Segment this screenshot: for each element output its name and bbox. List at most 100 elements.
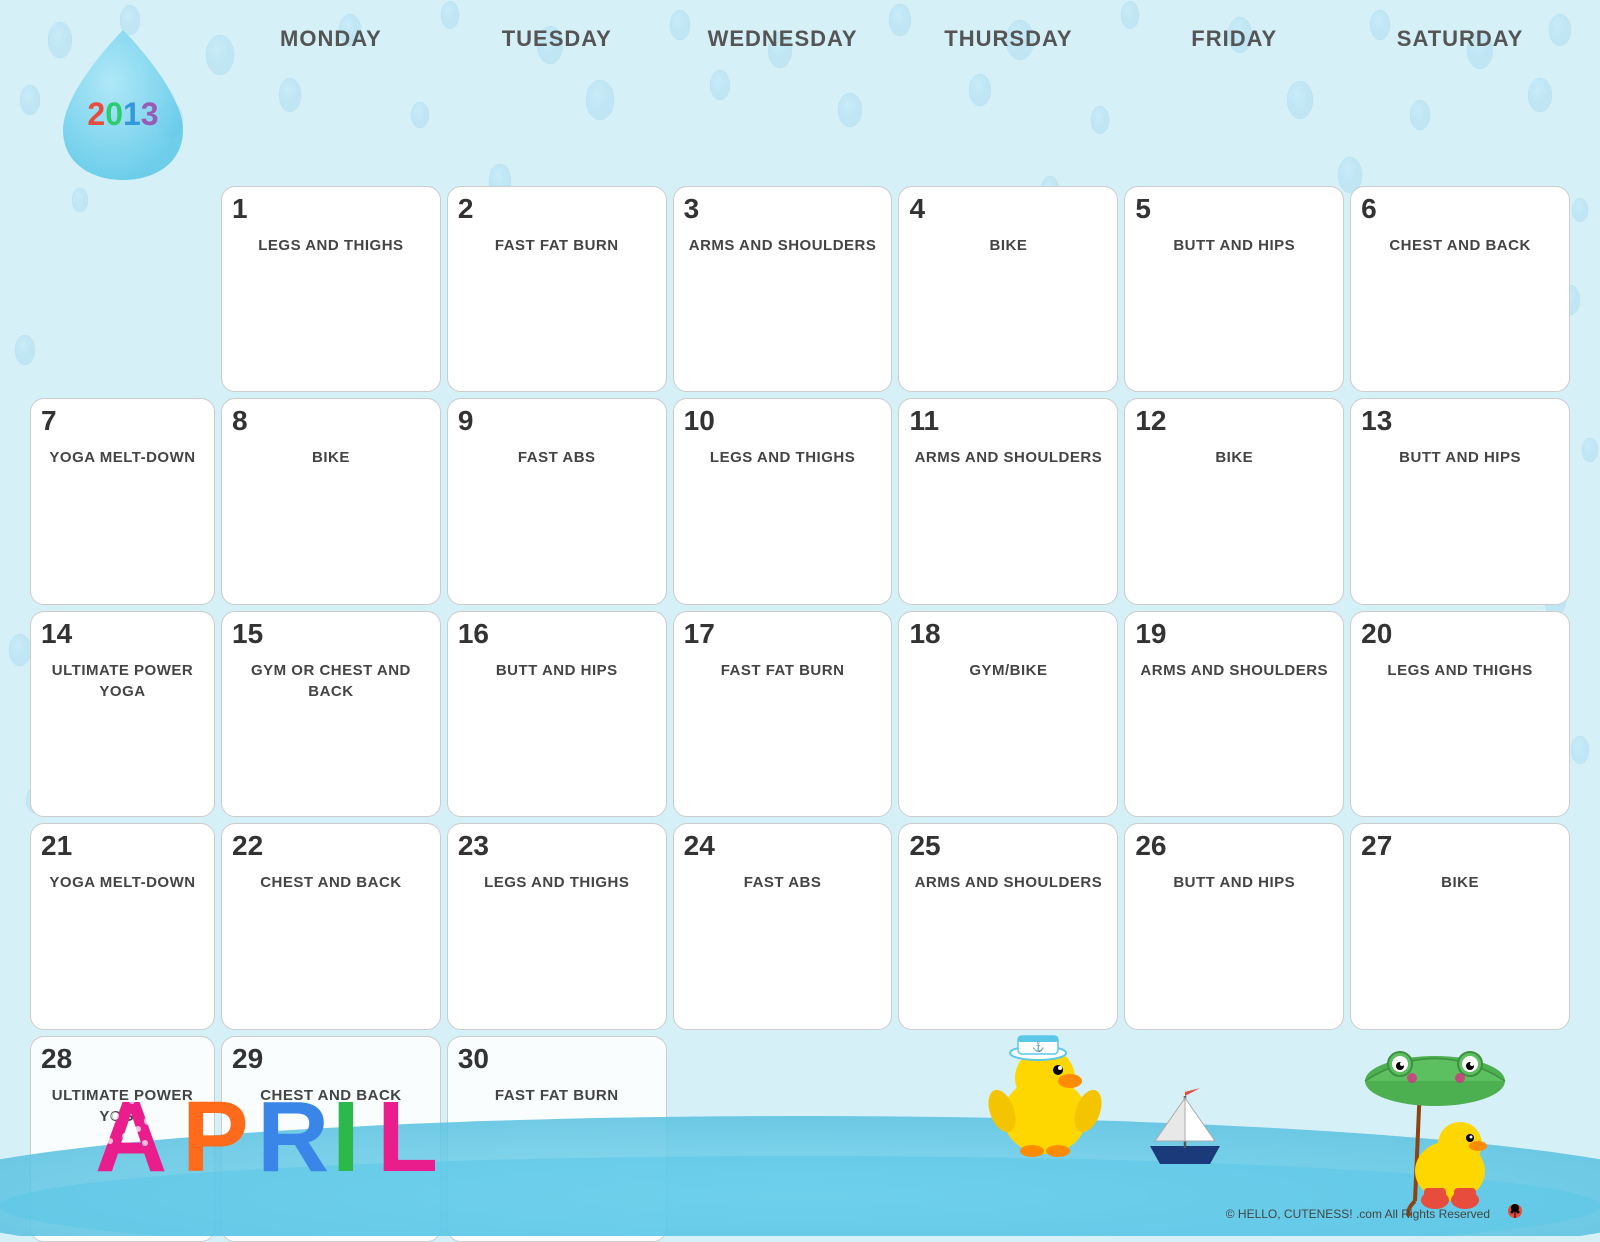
calendar-cell: 17 FAST FAT BURN [673,611,893,817]
thursday-header: THURSDAY [898,20,1118,180]
calendar-wrapper: 2013 MONDAY TUESDAY WEDNESDAY THURSDAY F… [0,0,1600,1236]
calendar-cell [673,1036,893,1242]
cell-activity: ARMS AND SHOULDERS [915,872,1103,893]
saturday-header: SATURDAY [1350,20,1570,180]
calendar-cell: 30FAST FAT BURN [447,1036,667,1242]
cell-activity: YOGA MELT-DOWN [49,872,195,893]
cell-activity: ARMS AND SHOULDERS [1140,660,1328,681]
calendar-cell: 6CHEST AND BACK [1350,186,1570,392]
cell-activity: CHEST AND BACK [260,872,401,893]
calendar-cell: 10 LEGS AND THIGHS [673,398,893,604]
cell-activity: FAST FAT BURN [495,235,619,256]
calendar-cell: 7 YOGA MELT-DOWN [30,398,215,604]
calendar-cell: 27 BIKE [1350,823,1570,1029]
calendar-cell: 1 LEGS AND THIGHS [221,186,441,392]
cell-activity: BUTT AND HIPS [496,660,618,681]
calendar-cell: 19 ARMS AND SHOULDERS [1124,611,1344,817]
cell-activity: ULTIMATE POWER YOGA [41,1085,204,1127]
cell-day-number: 13 [1361,407,1392,435]
cell-day-number: 28 [41,1045,72,1073]
cell-day-number: 1 [232,195,248,223]
calendar-cell: 26 BUTT AND HIPS [1124,823,1344,1029]
calendar-cell: 22 CHEST AND BACK [221,823,441,1029]
cell-activity: GYM OR CHEST AND BACK [232,660,430,702]
calendar-cell: 5 BUTT AND HIPS [1124,186,1344,392]
cell-day-number: 11 [909,407,939,435]
cell-activity: FAST ABS [518,447,596,468]
calendar-cell [1124,1036,1344,1242]
water-drop-icon: 2013 [43,20,203,180]
calendar-grid: 1 LEGS AND THIGHS 2 FAST FAT BURN 3ARMS AND … [30,186,1570,1242]
svg-text:2013: 2013 [87,96,158,132]
calendar-cell: 20 LEGS AND THIGHS [1350,611,1570,817]
logo-area: 2013 [30,20,215,180]
cell-day-number: 5 [1135,195,1151,223]
cell-day-number: 29 [232,1045,263,1073]
calendar-cell: 24 FAST ABS [673,823,893,1029]
header-row: 2013 MONDAY TUESDAY WEDNESDAY THURSDAY F… [30,20,1570,180]
cell-day-number: 4 [909,195,925,223]
cell-activity: FAST ABS [744,872,822,893]
calendar-cell: 15 GYM OR CHEST AND BACK [221,611,441,817]
cell-day-number: 20 [1361,620,1392,648]
calendar-cell [1350,1036,1570,1242]
calendar-cell: 8 BIKE [221,398,441,604]
calendar-cell: 18 GYM/BIKE [898,611,1118,817]
cell-day-number: 17 [684,620,715,648]
calendar-cell: 23 LEGS AND THIGHS [447,823,667,1029]
cell-day-number: 21 [41,832,72,860]
cell-activity: BIKE [312,447,350,468]
cell-day-number: 8 [232,407,248,435]
cell-day-number: 2 [458,195,474,223]
calendar-cell: 9FAST ABS [447,398,667,604]
cell-activity: BUTT AND HIPS [1399,447,1521,468]
friday-header: FRIDAY [1124,20,1344,180]
calendar-cell: 2 FAST FAT BURN [447,186,667,392]
cell-activity: ULTIMATE POWER YOGA [41,660,204,702]
wednesday-header: WEDNESDAY [673,20,893,180]
cell-day-number: 15 [232,620,263,648]
tuesday-header: TUESDAY [447,20,667,180]
calendar-cell: 29 CHEST AND BACK [221,1036,441,1242]
cell-day-number: 16 [458,620,489,648]
calendar-cell [898,1036,1118,1242]
cell-activity: ARMS AND SHOULDERS [915,447,1103,468]
calendar-cell: 4 BIKE [898,186,1118,392]
cell-day-number: 25 [909,832,940,860]
cell-day-number: 7 [41,407,57,435]
cell-day-number: 19 [1135,620,1166,648]
cell-activity: CHEST AND BACK [260,1085,401,1106]
cell-activity: LEGS AND THIGHS [710,447,855,468]
cell-activity: BUTT AND HIPS [1173,872,1295,893]
cell-day-number: 23 [458,832,489,860]
cell-day-number: 18 [909,620,940,648]
cell-activity: LEGS AND THIGHS [1387,660,1532,681]
calendar-cell: 16 BUTT AND HIPS [447,611,667,817]
cell-activity: BIKE [1441,872,1479,893]
monday-header: MONDAY [221,20,441,180]
cell-activity: LEGS AND THIGHS [258,235,403,256]
cell-activity: GYM/BIKE [969,660,1047,681]
cell-activity: FAST FAT BURN [721,660,845,681]
calendar-cell: 28 ULTIMATE POWER YOGA [30,1036,215,1242]
cell-day-number: 12 [1135,407,1166,435]
cell-activity: ARMS AND SHOULDERS [689,235,877,256]
calendar-cell: 21 YOGA MELT-DOWN [30,823,215,1029]
cell-day-number: 22 [232,832,263,860]
cell-activity: BIKE [1215,447,1253,468]
cell-activity: BIKE [989,235,1027,256]
cell-day-number: 27 [1361,832,1392,860]
calendar-cell: 12 BIKE [1124,398,1344,604]
cell-activity: LEGS AND THIGHS [484,872,629,893]
calendar-cell: 3ARMS AND SHOULDERS [673,186,893,392]
cell-activity: BUTT AND HIPS [1173,235,1295,256]
calendar-cell: 11 ARMS AND SHOULDERS [898,398,1118,604]
calendar-cell [30,186,215,392]
cell-activity: FAST FAT BURN [495,1085,619,1106]
cell-day-number: 10 [684,407,715,435]
cell-day-number: 14 [41,620,72,648]
cell-activity: YOGA MELT-DOWN [49,447,195,468]
cell-day-number: 26 [1135,832,1166,860]
cell-activity: CHEST AND BACK [1389,235,1530,256]
cell-day-number: 24 [684,832,715,860]
